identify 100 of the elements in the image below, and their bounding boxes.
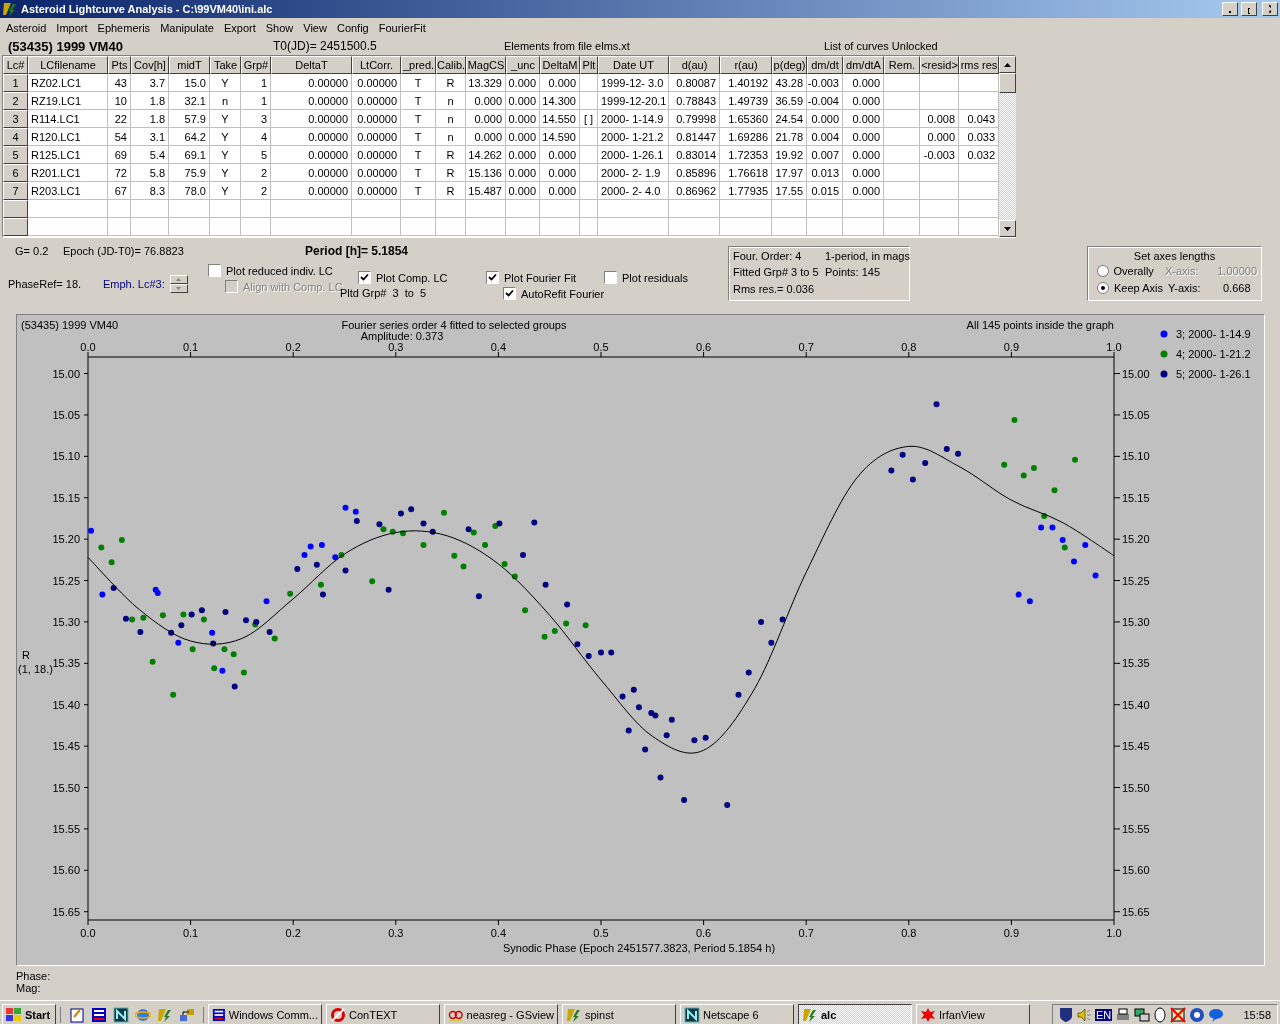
- table-cell: 10: [108, 92, 131, 110]
- table-cell: n: [436, 92, 466, 110]
- table-cell: 0.00000: [352, 92, 401, 110]
- tick-label: 0.3: [388, 927, 404, 939]
- chart-title: (53435) 1999 VM40: [21, 319, 119, 331]
- table-cell: 3: [241, 110, 271, 128]
- table-cell: 2000- 1-26.1: [598, 146, 669, 164]
- table-cell: 72: [108, 164, 131, 182]
- table-cell: 0.79998: [669, 110, 720, 128]
- tick-label: 0.8: [901, 927, 917, 939]
- tick-label: 0.3: [388, 341, 404, 353]
- table-cell: Y: [210, 146, 241, 164]
- table-cell: 3.7: [131, 74, 169, 92]
- table-cell: 0.00000: [352, 182, 401, 200]
- table-cell: 0.85896: [669, 164, 720, 182]
- table-cell: 0.000: [506, 74, 540, 92]
- table-cell: 0.000: [807, 110, 843, 128]
- table-cell: 14.262: [466, 146, 506, 164]
- table-cell: 0.00000: [271, 182, 352, 200]
- tick-label: 15.40: [52, 698, 80, 711]
- table-cell: R114.LC1: [28, 110, 108, 128]
- table-cell: 2000- 1-14.9: [598, 110, 669, 128]
- table-cell: 75.9: [169, 164, 210, 182]
- table-cell: 2000- 2- 1.9: [598, 164, 669, 182]
- table-cell: 0.00000: [271, 146, 352, 164]
- tick-label: 0.2: [285, 341, 301, 353]
- radio-label: Overally: [1113, 264, 1155, 277]
- table-cell: T: [401, 74, 436, 92]
- table-cell: 0.000: [506, 92, 540, 110]
- table-cell: R120.LC1: [28, 128, 108, 146]
- table-cell: 0.000: [466, 128, 506, 146]
- g-label: G= 0.2: [15, 245, 50, 257]
- table-cell: 67: [108, 182, 131, 200]
- tick-label: 15.30: [52, 615, 80, 628]
- tick-label: 15.05: [1122, 408, 1150, 421]
- table-cell: R: [436, 182, 466, 200]
- tick-label: 0.5: [593, 341, 609, 353]
- tick-label: 0.8: [901, 341, 917, 353]
- table-cell: 0.00000: [352, 146, 401, 164]
- table-cell: 14.590: [540, 128, 580, 146]
- table-cell: 0.000: [843, 74, 884, 92]
- table-cell: 0.000: [506, 164, 540, 182]
- table-cell: 32.1: [169, 92, 210, 110]
- tick-label: 15.40: [1122, 698, 1150, 711]
- table-cell: 0.000: [843, 110, 884, 128]
- table-cell: T: [401, 128, 436, 146]
- tick-label: 15.30: [1122, 615, 1150, 628]
- table-cell: Y: [210, 128, 241, 146]
- table-cell: Y: [210, 110, 241, 128]
- tick-label: 0.6: [695, 341, 712, 353]
- tick-label: 15.45: [52, 740, 80, 753]
- window-title: Asteroid Lightcurve Analysis - C:\99VM40\ini.alc: [21, 3, 274, 15]
- tick-label: 15.05: [52, 408, 80, 421]
- tick-label: 15.55: [52, 822, 80, 835]
- amplitude-label: Amplitude: 0.373: [360, 330, 444, 342]
- tick-label: 15.60: [52, 864, 80, 877]
- fourier-info-text: Rms res.= 0.036: [733, 282, 815, 297]
- panel-title: Set axes lengths: [1132, 250, 1217, 262]
- tick-label: 15.35: [1122, 657, 1150, 670]
- tick-label: 0.4: [490, 927, 507, 939]
- table-cell: 0.000: [843, 128, 884, 146]
- table-cell: 0.83014: [669, 146, 720, 164]
- table-cell: 1.8: [131, 92, 169, 110]
- table-cell: 0.000: [506, 128, 540, 146]
- fourier-info-text: 1-period, in mags: [825, 250, 910, 264]
- tick-label: 15.00: [1122, 367, 1150, 380]
- table-cell: 5.8: [131, 164, 169, 182]
- table-cell: 69.1: [169, 146, 210, 164]
- tick-label: 15.55: [1122, 822, 1150, 835]
- legend-label: 4; 2000- 1-21.2: [1176, 348, 1251, 360]
- tick-label: 15.20: [1122, 533, 1150, 546]
- table-cell: R: [436, 146, 466, 164]
- table-cell: R: [436, 164, 466, 182]
- y-axis-note: (1, 18.): [18, 663, 53, 675]
- table-cell: 43: [108, 74, 131, 92]
- tick-label: 15.60: [1122, 864, 1150, 877]
- table-cell: 0.00000: [271, 92, 352, 110]
- t0-label: T0(JD)= 2451500.5: [273, 39, 378, 53]
- phase-label: Phase:: [16, 970, 52, 982]
- table-cell: n: [210, 92, 241, 110]
- table-cell: 17.55: [772, 182, 807, 200]
- table-cell: 0.000: [540, 74, 580, 92]
- table-cell: 0.86962: [669, 182, 720, 200]
- fourier-info-text: Fitted Grp# 3 to 5: [733, 266, 820, 281]
- table-cell: T: [401, 164, 436, 182]
- table-cell: 5: [241, 146, 271, 164]
- points-note: All 145 points inside the graph: [966, 319, 1114, 331]
- table-cell: 0.81447: [669, 128, 720, 146]
- x-axis-label: Synodic Phase (Epoch 2451577.3823, Period 5.1854 h): [502, 942, 776, 954]
- table-cell: 78.0: [169, 182, 210, 200]
- table-cell: T: [401, 146, 436, 164]
- table-cell: T: [401, 92, 436, 110]
- checkbox-label: Plot Comp. LC: [376, 271, 448, 284]
- tick-label: 15.15: [1122, 491, 1150, 504]
- table-cell: 15.0: [169, 74, 210, 92]
- table-cell: Y: [210, 182, 241, 200]
- tick-label: 15.50: [1122, 781, 1150, 794]
- table-cell: 24.54: [772, 110, 807, 128]
- phase-ref-label: PhaseRef= 18.: [8, 278, 83, 290]
- tick-label: 15.65: [1122, 905, 1150, 918]
